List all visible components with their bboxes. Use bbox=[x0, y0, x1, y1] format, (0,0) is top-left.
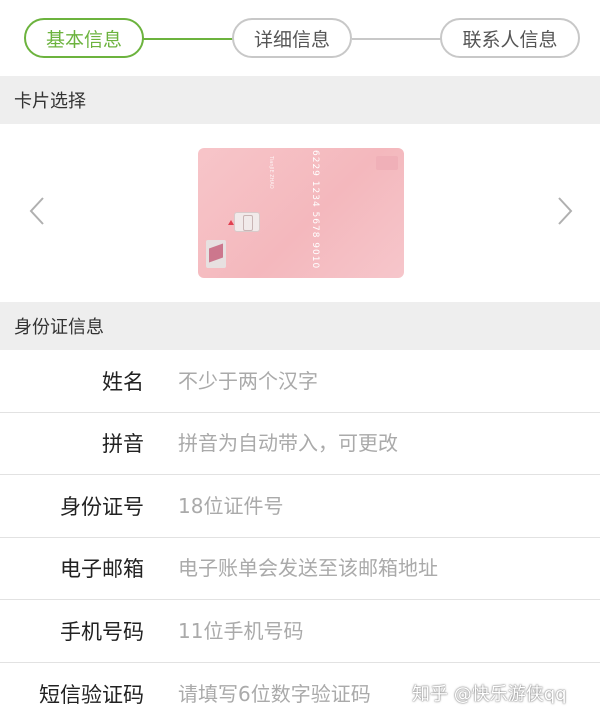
name-input[interactable] bbox=[178, 368, 578, 393]
form-row-pinyin: 拼音 bbox=[0, 413, 600, 475]
bank-card-image[interactable]: TianJIE ZHAO 6229 1234 5678 9010 bbox=[198, 148, 404, 278]
step-connector-pending bbox=[352, 38, 442, 40]
id-info-form: 姓名 拼音 身份证号 电子邮箱 手机号码 短信验证码 bbox=[0, 350, 600, 724]
bank-logo-icon bbox=[376, 156, 398, 170]
step-basic-info[interactable]: 基本信息 bbox=[24, 18, 144, 58]
pinyin-label: 拼音 bbox=[102, 432, 144, 457]
step-detail-info[interactable]: 详细信息 bbox=[232, 18, 352, 58]
phone-label: 手机号码 bbox=[60, 619, 144, 644]
email-label: 电子邮箱 bbox=[60, 557, 144, 582]
card-small-print: TianJIE ZHAO bbox=[268, 156, 274, 189]
name-label: 姓名 bbox=[102, 369, 144, 394]
unionpay-logo-icon bbox=[206, 240, 226, 268]
form-row-name: 姓名 bbox=[0, 350, 600, 413]
id-number-input[interactable] bbox=[178, 493, 578, 518]
id-number-label: 身份证号 bbox=[60, 494, 144, 519]
sms-code-label: 短信验证码 bbox=[39, 682, 144, 707]
card-select-header: 卡片选择 bbox=[0, 76, 600, 124]
watermark: 知乎 @快乐游侠qq bbox=[412, 684, 567, 705]
step-connector-done bbox=[142, 38, 234, 40]
card-carousel: TianJIE ZHAO 6229 1234 5678 9010 bbox=[0, 124, 600, 302]
form-row-email: 电子邮箱 bbox=[0, 538, 600, 600]
card-chip-icon bbox=[234, 212, 260, 232]
phone-input[interactable] bbox=[178, 618, 578, 643]
form-row-id-number: 身份证号 bbox=[0, 475, 600, 538]
chevron-left-icon[interactable] bbox=[28, 196, 46, 226]
email-input[interactable] bbox=[178, 556, 578, 581]
card-number: 6229 1234 5678 9010 bbox=[310, 150, 320, 270]
chevron-right-icon[interactable] bbox=[556, 196, 574, 226]
step-contact-info[interactable]: 联系人信息 bbox=[440, 18, 580, 58]
form-row-phone: 手机号码 bbox=[0, 600, 600, 663]
pinyin-input[interactable] bbox=[178, 431, 578, 456]
step-progress: 基本信息 详细信息 联系人信息 bbox=[0, 0, 600, 76]
id-info-header: 身份证信息 bbox=[0, 302, 600, 350]
